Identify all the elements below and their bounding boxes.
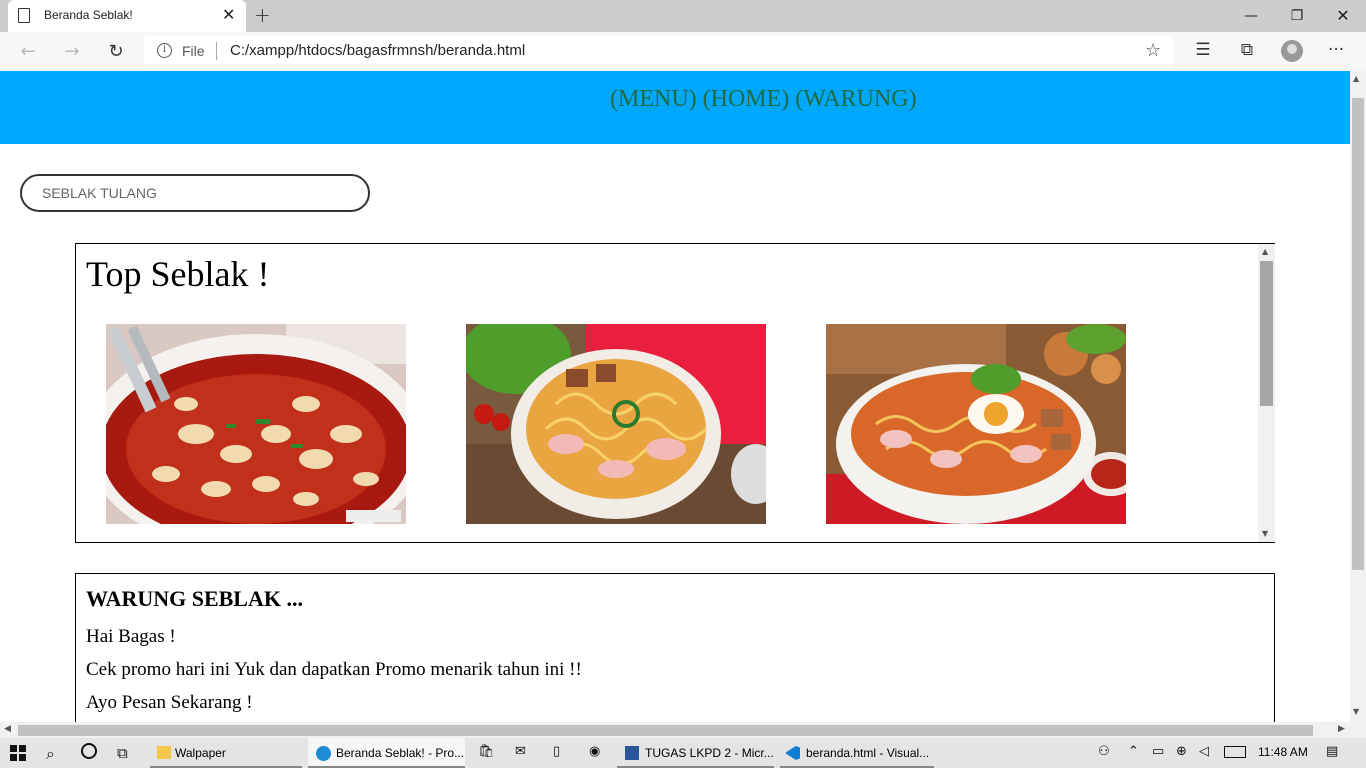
windows-start-icon[interactable] xyxy=(10,745,26,761)
plus-icon[interactable]: + xyxy=(254,3,271,27)
taskbar-item-word[interactable]: TUGAS LKPD 2 - Micr... xyxy=(617,738,774,768)
order-text: Ayo Pesan Sekarang ! xyxy=(86,692,253,713)
scroll-down-arrow-icon[interactable]: ▼ xyxy=(1353,707,1359,716)
taskbar-item-label: Beranda Seblak! - Pro... xyxy=(336,746,465,760)
taskbar-item-label: TUGAS LKPD 2 - Micr... xyxy=(645,746,774,760)
tab-title: Beranda Seblak! xyxy=(44,8,133,22)
url-separator xyxy=(216,42,217,60)
phone-icon[interactable]: ▯ xyxy=(553,744,560,759)
profile-icon[interactable] xyxy=(1281,40,1303,62)
refresh-icon[interactable]: ↻ xyxy=(101,38,131,66)
edge-icon xyxy=(316,746,331,761)
folder-icon xyxy=(157,746,171,759)
close-icon[interactable]: ✕ xyxy=(222,5,235,24)
section-title: WARUNG SEBLAK ... xyxy=(86,586,303,611)
mail-icon[interactable]: ✉ xyxy=(515,744,526,759)
collections-icon[interactable]: ⧉ xyxy=(1236,40,1258,60)
taskbar-item-label: Walpaper xyxy=(175,746,226,760)
favorite-star-icon[interactable]: ☆ xyxy=(1145,40,1161,61)
page-viewport: (MENU) (HOME) (WARUNG) Top Seblak ! xyxy=(0,71,1350,722)
more-icon[interactable]: ··· xyxy=(1328,40,1344,60)
url-text[interactable]: C:/xampp/htdocs/bagasfrmnsh/beranda.html xyxy=(230,42,525,59)
minimize-icon[interactable]: — xyxy=(1228,2,1274,30)
vertical-scrollbar-thumb[interactable] xyxy=(1352,98,1364,570)
chevron-up-icon[interactable]: ⌃ xyxy=(1128,744,1139,759)
warung-section: WARUNG SEBLAK ... Hai Bagas ! Cek promo … xyxy=(75,573,1275,722)
restore-icon[interactable]: ❐ xyxy=(1274,2,1320,30)
task-view-icon[interactable]: ⧉ xyxy=(117,744,128,762)
greeting-text: Hai Bagas ! xyxy=(86,626,176,647)
scroll-left-arrow-icon[interactable]: ◀ xyxy=(4,724,11,734)
seblak-bowl-photo xyxy=(466,324,766,524)
vscode-icon xyxy=(786,746,800,760)
keyboard-icon[interactable] xyxy=(1224,746,1246,758)
store-icon[interactable]: 🛍 xyxy=(478,744,495,759)
favorites-icon[interactable]: ☰ xyxy=(1192,40,1214,60)
scroll-down-arrow-icon[interactable]: ▼ xyxy=(1262,529,1268,538)
inner-scrollbar-thumb[interactable] xyxy=(1260,261,1273,406)
url-scheme-label: File xyxy=(182,43,205,59)
back-icon[interactable]: ← xyxy=(13,38,43,66)
section-title: Top Seblak ! xyxy=(86,254,270,294)
game-icon[interactable]: ◉ xyxy=(589,744,600,759)
clock[interactable]: 11:48 AM xyxy=(1258,745,1308,759)
page-icon xyxy=(18,8,30,23)
scroll-up-arrow-icon[interactable]: ▲ xyxy=(1262,247,1268,256)
cortana-icon[interactable] xyxy=(81,743,97,759)
scrollbar-corner xyxy=(1350,722,1366,738)
scroll-up-arrow-icon[interactable]: ▲ xyxy=(1353,74,1359,83)
scroll-right-arrow-icon[interactable]: ▶ xyxy=(1338,724,1345,734)
seblak-tulang-photo xyxy=(106,324,406,524)
search-input[interactable] xyxy=(20,174,370,212)
battery-icon[interactable]: ▭ xyxy=(1152,744,1164,759)
close-window-icon[interactable]: ✕ xyxy=(1320,2,1366,30)
taskbar-item-walpaper[interactable]: Walpaper xyxy=(150,738,302,768)
people-icon[interactable]: ⚇ xyxy=(1098,744,1110,759)
word-icon xyxy=(625,746,639,760)
top-seblak-section: Top Seblak ! ▲ ▼ xyxy=(75,243,1275,543)
taskbar-item-label: beranda.html - Visual... xyxy=(806,746,930,760)
notification-icon[interactable]: ▤ xyxy=(1326,744,1338,759)
forward-icon[interactable]: → xyxy=(57,38,87,66)
seblak-egg-photo xyxy=(826,324,1126,524)
taskbar-item-vscode[interactable]: beranda.html - Visual... xyxy=(780,738,934,768)
nav-menu[interactable]: (MENU) (HOME) (WARUNG) xyxy=(610,86,917,113)
search-icon[interactable]: ⌕ xyxy=(46,744,55,764)
taskbar-item-edge[interactable]: Beranda Seblak! - Pro... xyxy=(308,738,465,768)
network-icon[interactable]: ⊕ xyxy=(1176,744,1187,759)
info-icon[interactable]: i xyxy=(157,43,172,58)
volume-icon[interactable]: ◁ xyxy=(1199,744,1209,759)
horizontal-scrollbar-thumb[interactable] xyxy=(18,725,1313,736)
header-banner: (MENU) (HOME) (WARUNG) xyxy=(0,71,1350,144)
promo-text: Cek promo hari ini Yuk dan dapatkan Prom… xyxy=(86,659,582,680)
